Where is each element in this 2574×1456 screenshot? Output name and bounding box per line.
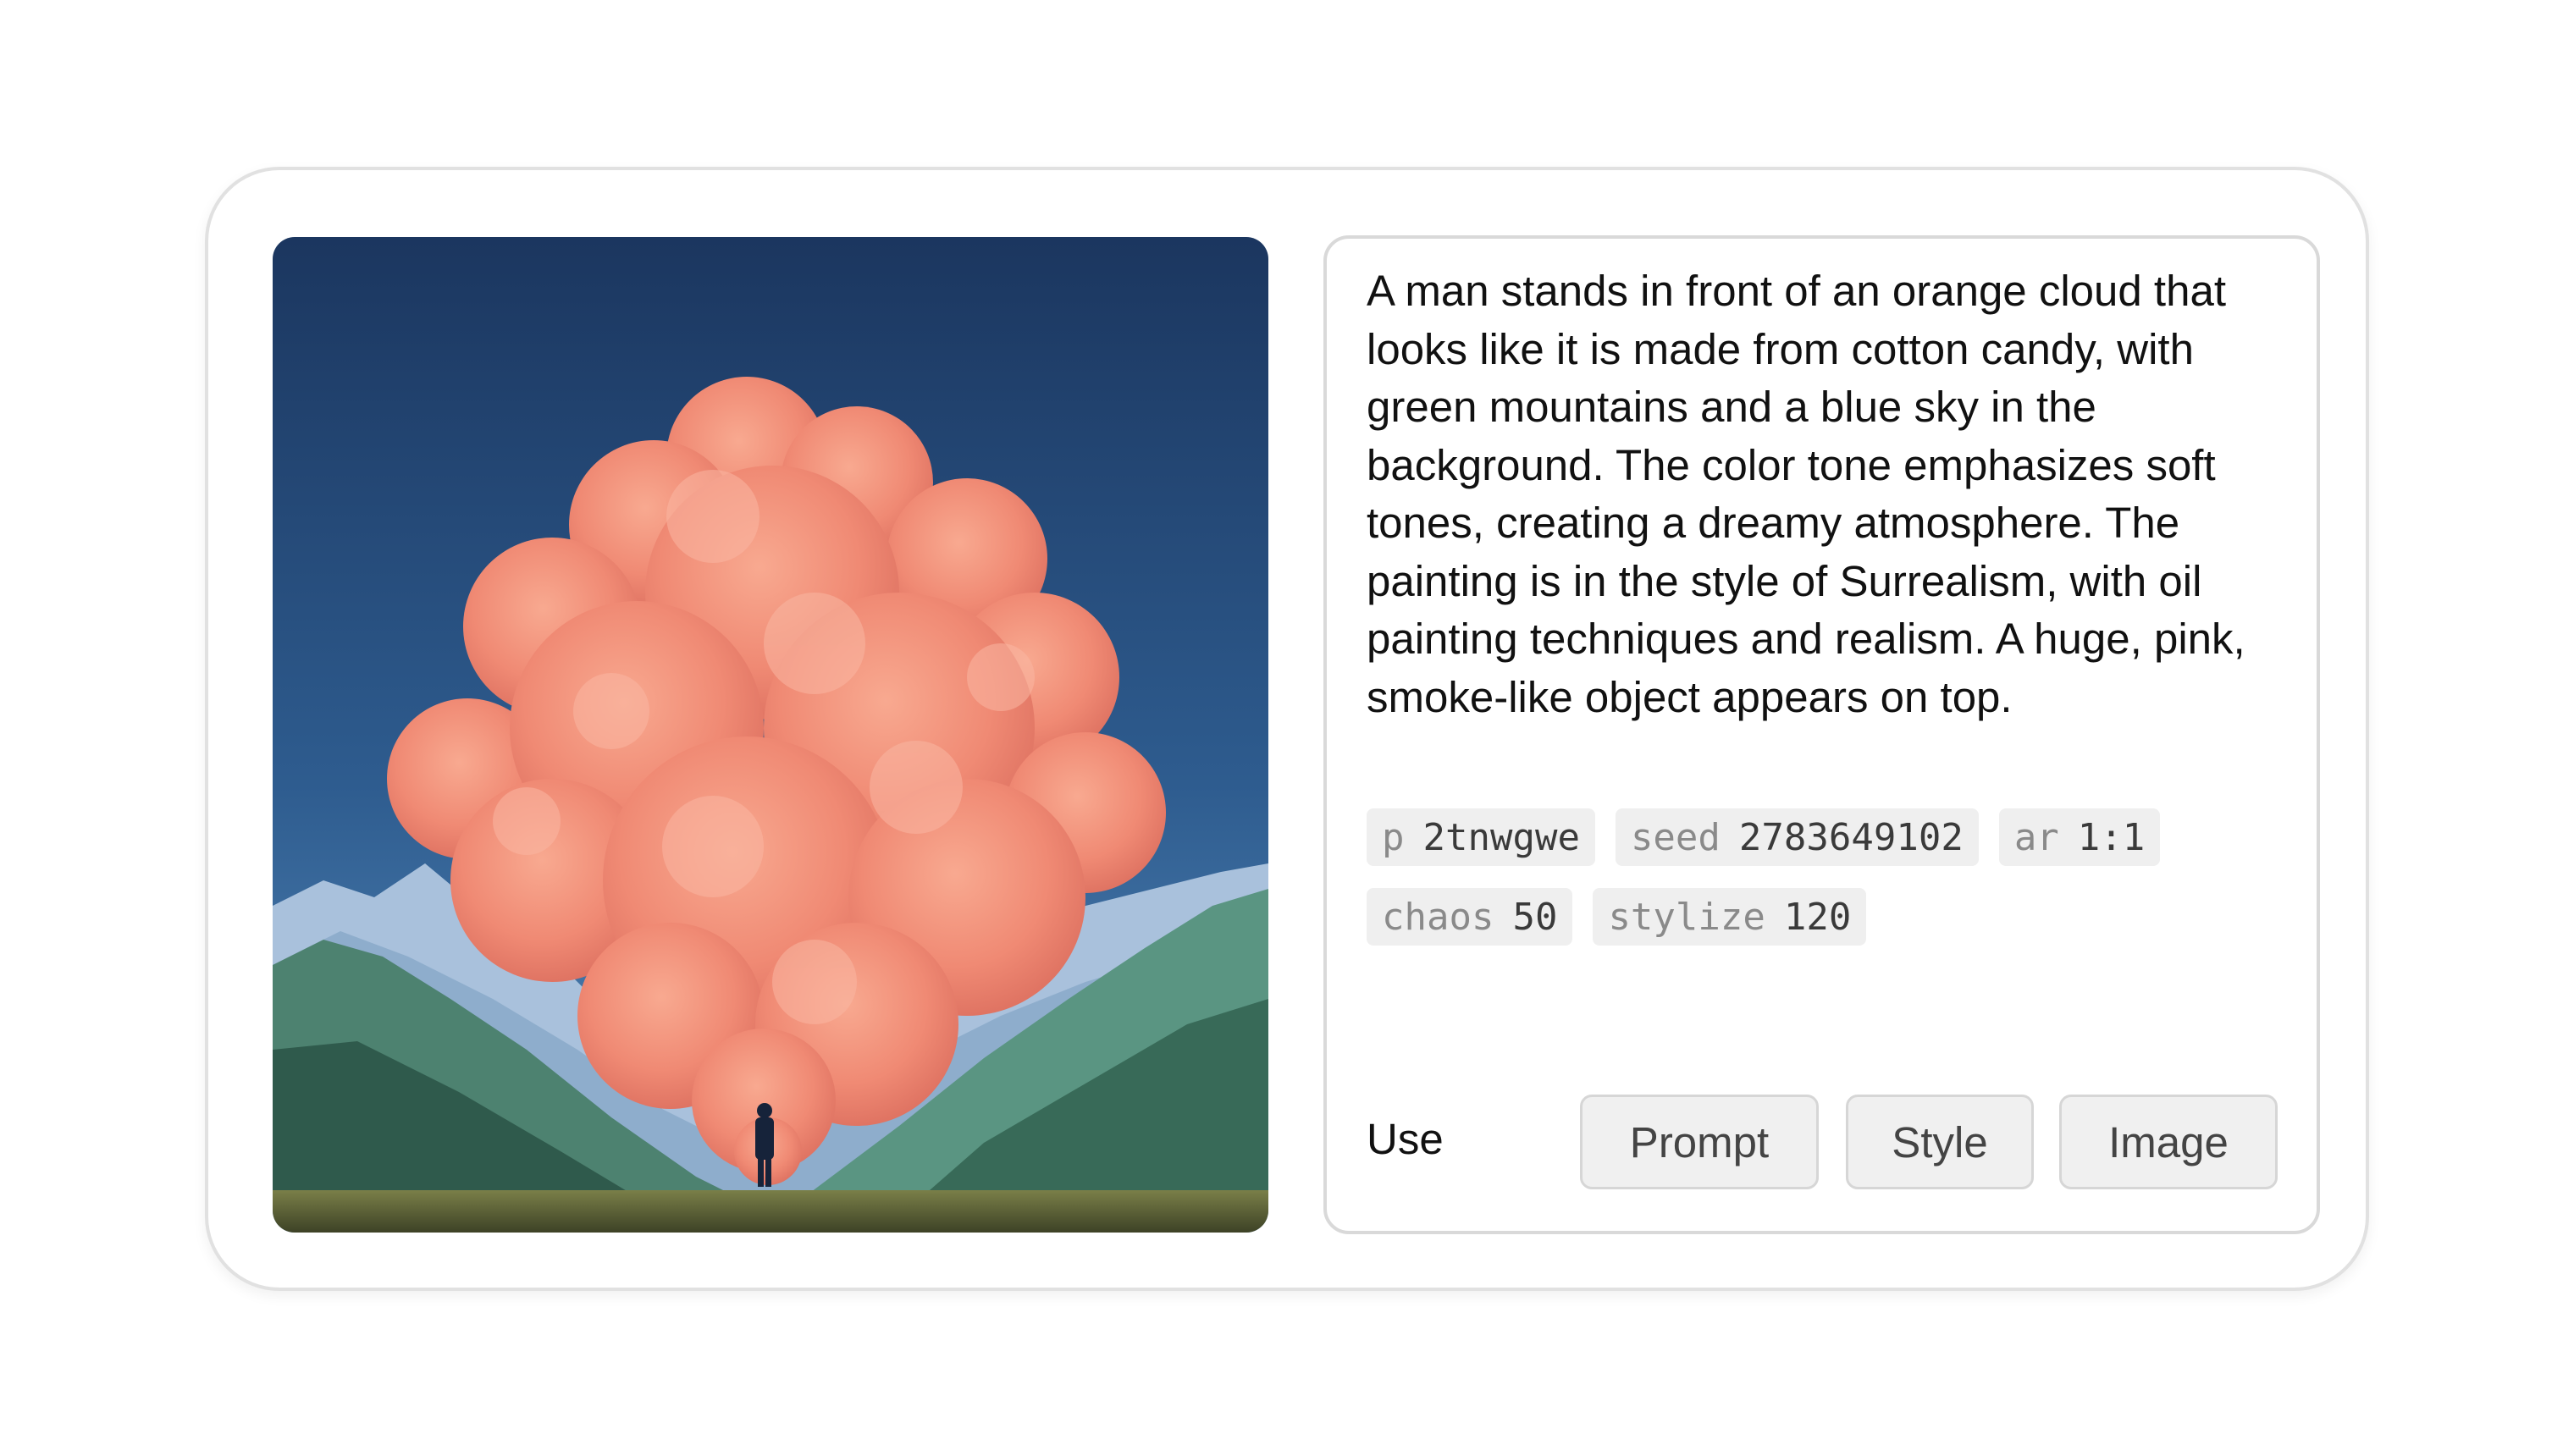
param-value: 2783649102 (1738, 815, 1964, 859)
param-value: 50 (1512, 895, 1558, 939)
param-key: p (1382, 815, 1405, 859)
parameter-chips: p 2tnwgwe seed 2783649102 ar 1:1 chaos 50 st… (1367, 808, 2298, 946)
param-chip-ar: ar 1:1 (1998, 808, 2161, 866)
generated-image-art (273, 237, 1268, 1233)
param-key: stylize (1608, 895, 1765, 939)
param-chip-p: p 2tnwgwe (1367, 808, 1595, 866)
param-value: 120 (1783, 895, 1852, 939)
param-value: 1:1 (2077, 815, 2146, 859)
param-chip-seed: seed 2783649102 (1615, 808, 1979, 866)
param-key: ar (2013, 815, 2059, 859)
prompt-text: A man stands in front of an orange cloud… (1367, 267, 2245, 721)
use-image-button[interactable]: Image (2059, 1095, 2278, 1189)
use-label: Use (1367, 1115, 1444, 1163)
use-style-button[interactable]: Style (1846, 1095, 2034, 1189)
param-chip-chaos: chaos 50 (1367, 888, 1573, 946)
param-key: seed (1630, 815, 1721, 859)
param-chip-stylize: stylize 120 (1593, 888, 1867, 946)
param-key: chaos (1382, 895, 1494, 939)
param-value: 2tnwgwe (1422, 815, 1580, 859)
generated-image[interactable] (273, 237, 1268, 1233)
use-prompt-button[interactable]: Prompt (1580, 1095, 1819, 1189)
